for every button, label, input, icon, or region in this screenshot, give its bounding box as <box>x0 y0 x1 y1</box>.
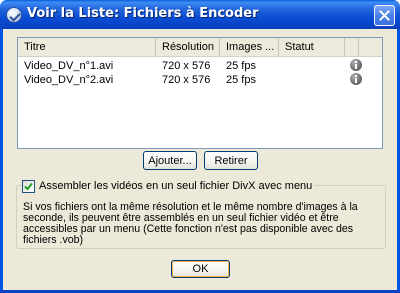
column-header-fps[interactable]: Images ... <box>220 38 279 56</box>
column-header-info[interactable] <box>359 38 382 56</box>
column-header-title[interactable]: Titre <box>18 38 156 56</box>
list-header: Titre Résolution Images ... Statut <box>18 38 382 57</box>
merge-checkbox-row[interactable]: Assembler les vidéos en un seul fichier … <box>22 179 315 193</box>
remove-button[interactable]: Retirer <box>204 151 258 170</box>
file-list[interactable]: Titre Résolution Images ... Statut Video… <box>17 37 383 149</box>
file-fps: 25 fps <box>226 60 256 72</box>
checkmark-icon <box>24 182 33 190</box>
add-button[interactable]: Ajouter... <box>143 151 197 170</box>
list-item[interactable]: Video_DV_n°2.avi 720 x 576 25 fps <box>18 73 382 87</box>
app-icon <box>6 7 22 23</box>
merge-checkbox-label: Assembler les vidéos en un seul fichier … <box>39 180 313 192</box>
window-title: Voir la Liste: Fichiers à Encoder <box>27 6 259 21</box>
list-item[interactable]: Video_DV_n°1.avi 720 x 576 25 fps <box>18 59 382 73</box>
close-icon <box>379 10 390 21</box>
ok-button[interactable]: OK <box>171 260 230 278</box>
merge-checkbox[interactable] <box>22 179 35 193</box>
dialog-body: Titre Résolution Images ... Statut Video… <box>3 29 397 290</box>
file-fps: 25 fps <box>226 74 256 86</box>
column-header-status[interactable]: Statut <box>279 38 345 56</box>
file-resolution: 720 x 576 <box>162 74 211 86</box>
file-title: Video_DV_n°1.avi <box>24 60 114 72</box>
column-header-resolution[interactable]: Résolution <box>156 38 220 56</box>
file-title: Video_DV_n°2.avi <box>24 74 114 86</box>
file-resolution: 720 x 576 <box>162 60 211 72</box>
title-bar[interactable]: Voir la Liste: Fichiers à Encoder <box>0 0 400 29</box>
merge-description: Si vos fichiers ont la même résolution e… <box>23 201 358 246</box>
info-icon[interactable] <box>350 59 362 71</box>
info-icon[interactable] <box>350 73 362 85</box>
column-header-extra[interactable] <box>345 38 359 56</box>
close-button[interactable] <box>374 5 395 26</box>
dialog-window: Voir la Liste: Fichiers à Encoder Titre … <box>0 0 400 293</box>
